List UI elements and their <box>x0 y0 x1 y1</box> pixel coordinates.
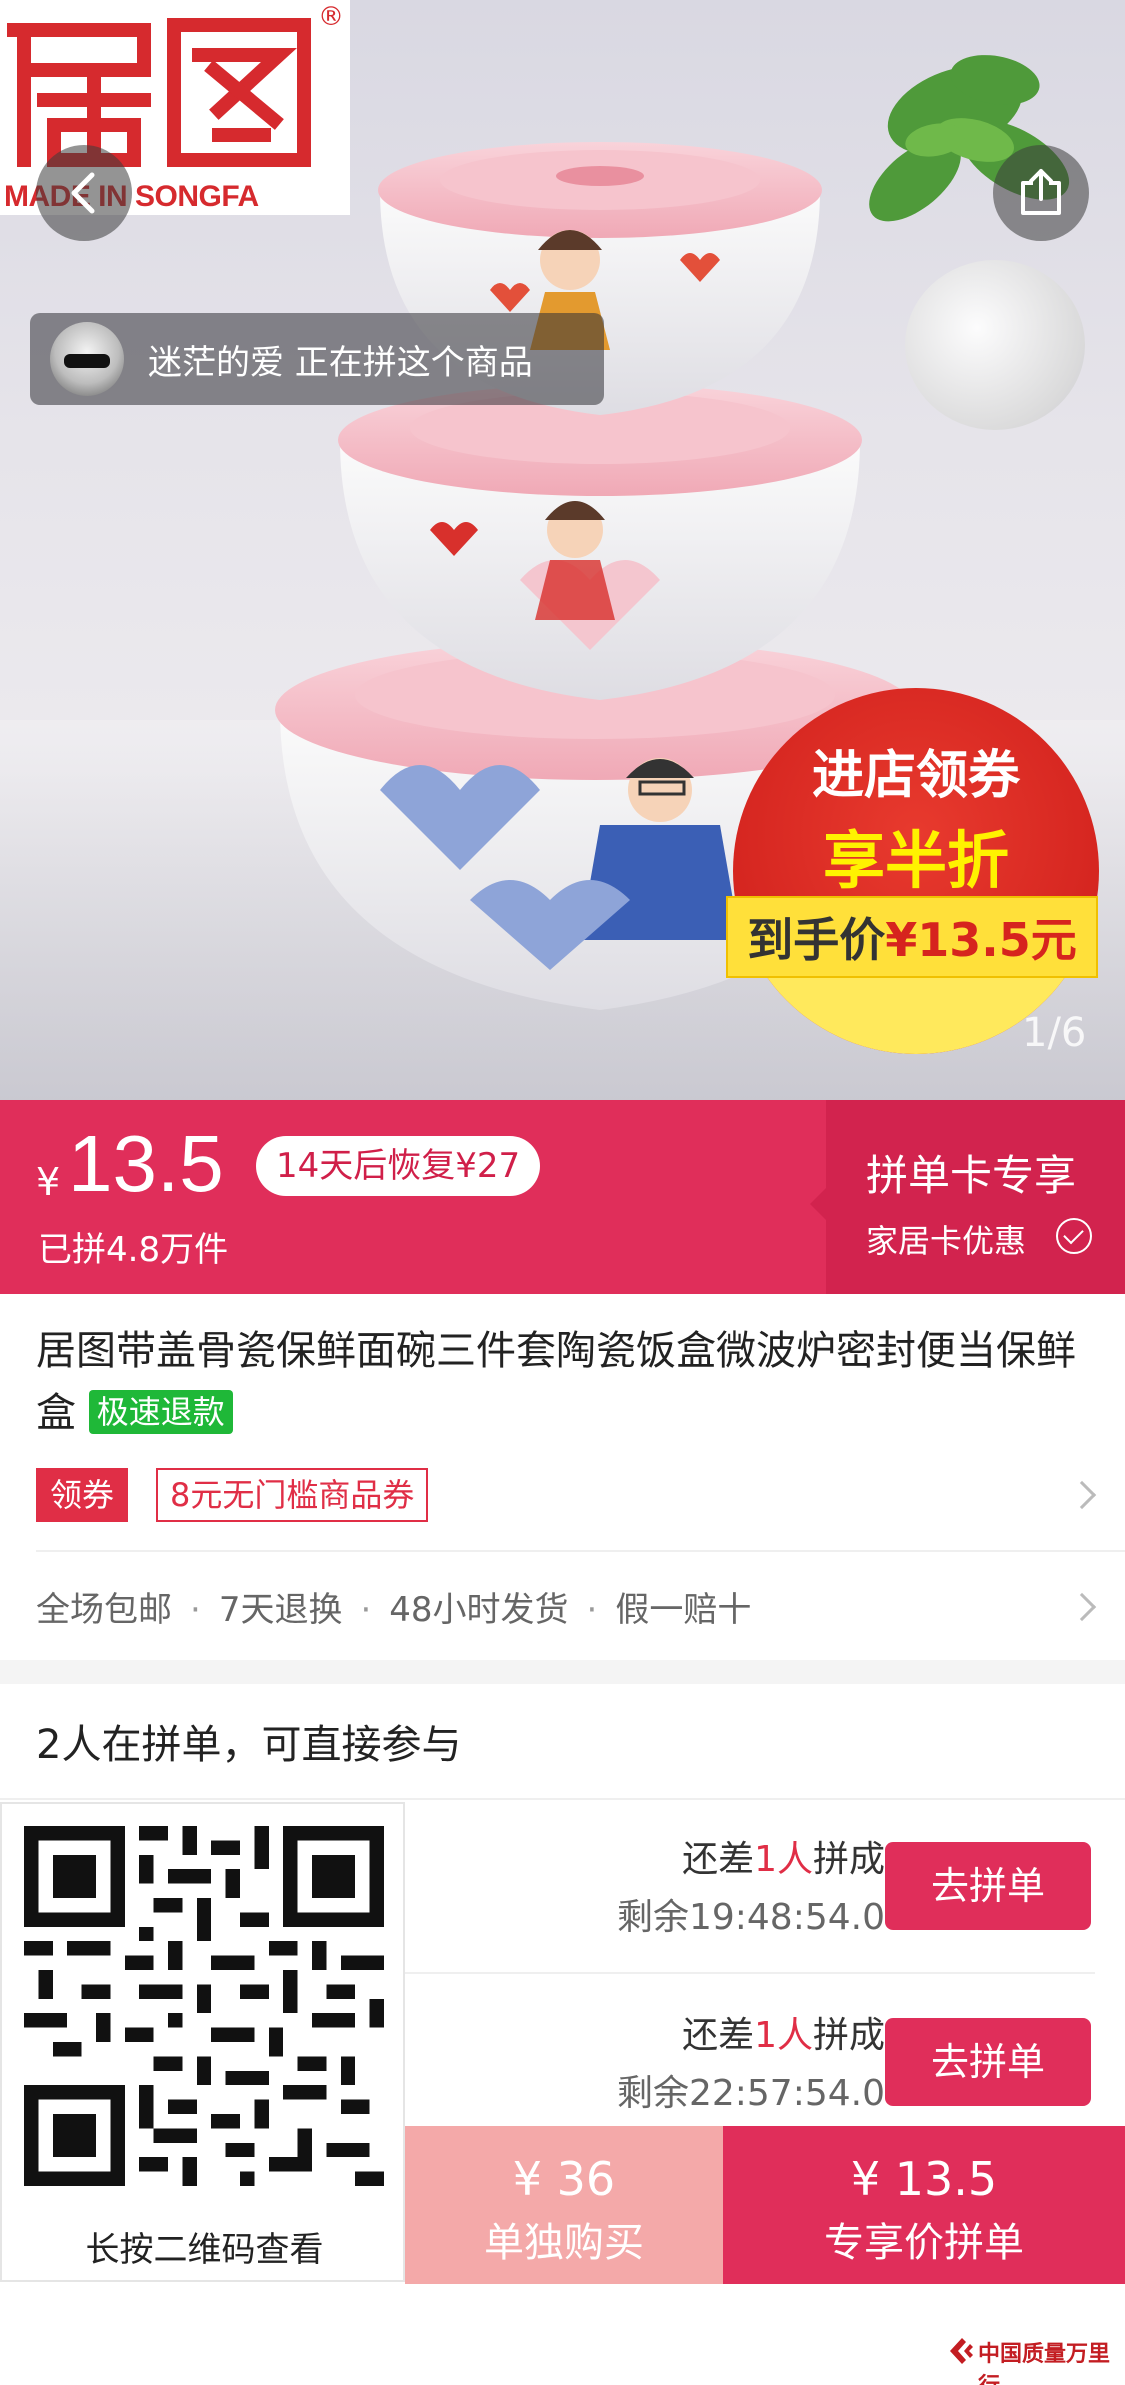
qr-code[interactable] <box>24 1826 384 2186</box>
buy-alone-button[interactable]: ¥ 36 单独购买 <box>405 2126 723 2284</box>
watermark-logo-icon <box>950 2338 973 2364</box>
currency-symbol: ¥ <box>36 1160 61 1204</box>
group-price: ¥ 13.5 <box>850 2152 998 2206</box>
image-page-indicator: 1/6 <box>1022 1010 1087 1056</box>
share-button[interactable] <box>993 145 1089 241</box>
qr-code-panel[interactable]: 长按二维码查看 <box>0 1802 405 2282</box>
separator-dot: · <box>360 1590 372 1630</box>
need-suffix: 拼成 <box>812 1839 885 1880</box>
need-count: 1人 <box>754 2015 813 2056</box>
service-guarantee: 假一赔十 <box>615 1590 752 1630</box>
chevron-right-icon[interactable] <box>1067 1592 1097 1622</box>
price-restore-badge: 14天后恢复¥27 <box>256 1136 541 1196</box>
group-buy-button[interactable]: ¥ 13.5 专享价拼单 <box>723 2126 1125 2284</box>
group-heading: 2人在拼单，可直接参与 <box>36 1722 462 1768</box>
buyer-notice-text: 迷茫的爱 正在拼这个商品 <box>148 342 533 383</box>
promo-band-label: 到手价 <box>747 913 886 967</box>
need-prefix: 还差 <box>682 1839 755 1880</box>
promo-line1: 进店领券 <box>811 746 1020 806</box>
service-free-shipping: 全场包邮 <box>36 1590 172 1630</box>
divider <box>405 1972 1095 1974</box>
promo-band-price: ¥13.5元 <box>885 913 1077 967</box>
divider <box>0 1798 1125 1800</box>
back-button[interactable] <box>36 145 132 241</box>
join-group-button[interactable]: 去拼单 <box>885 1842 1091 1930</box>
qr-caption: 长按二维码查看 <box>85 2230 324 2270</box>
product-image-carousel[interactable]: MADE IN SONGFA ® 迷茫的爱 正在拼这个商品 进店领券 享半折 到… <box>0 0 1125 1100</box>
group-need: 还差1人拼成 <box>682 1830 885 1882</box>
divider <box>36 1550 1125 1552</box>
brand-logo <box>7 18 311 167</box>
alone-price: ¥ 36 <box>512 2152 616 2206</box>
card-exclusive-subtitle[interactable]: 家居卡优惠 <box>866 1216 1026 1262</box>
group-label: 专享价拼单 <box>824 2220 1024 2266</box>
service-row[interactable]: 全场包邮 · 7天退换 · 48小时发货 · 假一赔十 <box>36 1582 751 1631</box>
share-icon <box>1021 169 1061 215</box>
separator-dot: · <box>586 1590 598 1630</box>
join-group-button[interactable]: 去拼单 <box>885 2018 1091 2106</box>
need-suffix: 拼成 <box>812 2015 885 2056</box>
current-price: 13.5 <box>68 1119 224 1208</box>
coupon-tag: 领券 <box>36 1468 129 1522</box>
need-count: 1人 <box>754 1839 813 1880</box>
check-circle-icon <box>1056 1218 1092 1254</box>
fast-refund-badge: 极速退款 <box>88 1390 233 1434</box>
card-exclusive-title[interactable]: 拼单卡专享 <box>866 1142 1076 1203</box>
alone-label: 单独购买 <box>484 2220 644 2266</box>
avatar <box>50 322 124 396</box>
sold-count: 已拼4.8万件 <box>38 1230 229 1270</box>
vase-decoration <box>905 260 1085 430</box>
promo-line2: 享半折 <box>822 824 1009 897</box>
chevron-left-icon <box>71 172 95 214</box>
separator-dot: · <box>190 1590 201 1630</box>
group-remaining: 剩余22:57:54.0 <box>616 2073 885 2114</box>
group-item: 还差1人拼成 剩余19:48:54.0 去拼单 <box>405 1808 1125 1982</box>
group-remaining: 剩余19:48:54.0 <box>616 1897 885 1938</box>
product-title: 居图带盖骨瓷保鲜面碗三件套陶瓷饭盒微波炉密封便当保鲜盒 极速退款 <box>36 1320 1096 1444</box>
buyer-notice: 迷茫的爱 正在拼这个商品 <box>30 313 604 405</box>
card-notch <box>810 1188 826 1220</box>
promo-badge: 进店领券 享半折 <box>733 688 1099 1054</box>
registered-mark: ® <box>318 2 344 32</box>
section-gap <box>0 1660 1125 1684</box>
promo-price-band: 到手价 ¥13.5元 <box>726 896 1098 978</box>
service-shipping-time: 48小时发货 <box>389 1590 569 1630</box>
group-need: 还差1人拼成 <box>682 2006 885 2058</box>
coupon-value[interactable]: 8元无门槛商品券 <box>156 1468 429 1522</box>
chevron-right-icon <box>1067 1480 1097 1510</box>
need-prefix: 还差 <box>682 2015 755 2056</box>
service-returns: 7天退换 <box>218 1590 343 1630</box>
coupon-row[interactable]: 领券 8元无门槛商品券 <box>36 1468 1097 1522</box>
watermark-text: 中国质量万里行 <box>978 2342 1111 2385</box>
